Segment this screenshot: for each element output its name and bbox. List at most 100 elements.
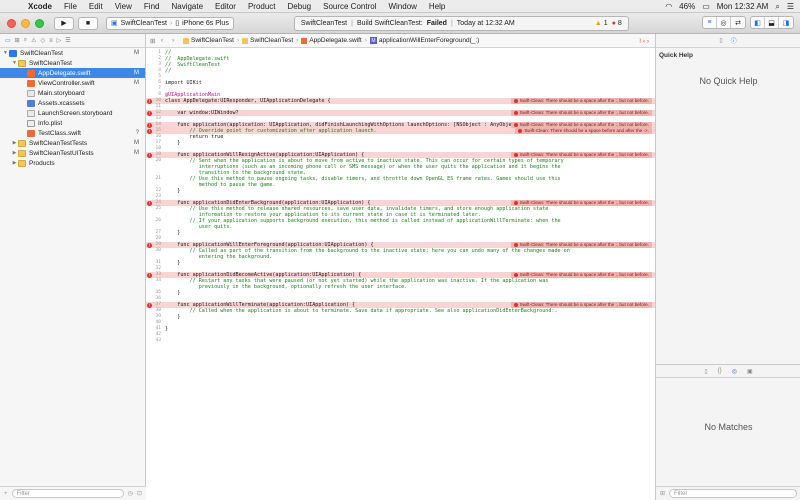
activity-viewer[interactable]: SwiftCleanTest | Build SwiftCleanTest: F…: [293, 15, 629, 31]
error-icon: [513, 152, 518, 157]
breadcrumb-group[interactable]: SwiftCleanTest: [242, 37, 293, 44]
standard-editor-icon[interactable]: ≡: [703, 17, 717, 28]
find-navigator-tab-icon[interactable]: ⌕: [24, 37, 27, 44]
menu-window[interactable]: Window: [382, 2, 422, 11]
error-marker-icon[interactable]: !: [147, 242, 152, 248]
error-marker-icon[interactable]: !: [147, 110, 152, 116]
breadcrumb-project[interactable]: SwiftCleanTest: [183, 37, 234, 44]
test-navigator-tab-icon[interactable]: ◇: [40, 37, 45, 44]
menu-help[interactable]: Help: [423, 2, 451, 11]
issue-navigation-icon[interactable]: ! ‹ ›: [639, 38, 649, 45]
swift-file-icon: [301, 37, 308, 44]
editor-mode-control[interactable]: ≡ ◎ ⇄: [702, 16, 746, 29]
add-file-icon[interactable]: +: [4, 491, 8, 497]
project-navigator-tab-icon[interactable]: ▭: [5, 37, 11, 44]
file-template-library-icon[interactable]: ▯: [704, 368, 707, 375]
view-toggle-control[interactable]: ◧ ⬓ ◨: [750, 16, 794, 29]
error-badge[interactable]: ● 8: [612, 20, 622, 27]
file-tree-row[interactable]: LaunchScreen.storyboard: [0, 108, 145, 118]
quick-help-tab-icon[interactable]: ⓘ: [731, 36, 737, 45]
debug-navigator-tab-icon[interactable]: ≡: [49, 38, 53, 44]
disclosure-open-icon[interactable]: ▼: [11, 60, 18, 66]
related-items-icon[interactable]: ⊞: [150, 37, 158, 45]
menu-bar: Xcode File Edit View Find Navigate Edito…: [0, 0, 800, 13]
error-marker-icon[interactable]: !: [147, 302, 152, 308]
scheme-selector[interactable]: ▣ SwiftCleanTest › ▯ iPhone 6s Plus: [106, 16, 234, 30]
file-tree-row[interactable]: ▼ SwiftCleanTest M: [0, 48, 145, 58]
file-tree-row[interactable]: Main.storyboard: [0, 88, 145, 98]
error-marker-icon[interactable]: !: [147, 200, 152, 206]
minimize-window-button[interactable]: [21, 18, 30, 28]
error-marker-icon[interactable]: !: [147, 98, 152, 104]
back-arrow-icon[interactable]: ‹: [161, 37, 169, 44]
file-tree-row[interactable]: ▶ SwiftCleanTestTests M: [0, 138, 145, 148]
code-line[interactable]: 43: [146, 338, 655, 344]
menu-file[interactable]: File: [58, 2, 83, 11]
breakpoint-navigator-tab-icon[interactable]: ▷: [57, 37, 62, 44]
error-marker-icon[interactable]: !: [147, 128, 152, 134]
breadcrumb-method[interactable]: MapplicationWillEnterForeground(_:): [369, 37, 479, 44]
forward-arrow-icon[interactable]: ›: [172, 37, 180, 44]
error-marker-icon[interactable]: !: [147, 272, 152, 278]
version-editor-icon[interactable]: ⇄: [731, 17, 745, 28]
wifi-icon[interactable]: ◠: [665, 2, 672, 11]
file-tree-row[interactable]: Info.plist: [0, 118, 145, 128]
warning-badge[interactable]: ▲ 1: [595, 20, 608, 27]
battery-percent[interactable]: 46%: [679, 2, 695, 11]
menu-view[interactable]: View: [109, 2, 138, 11]
notification-center-icon[interactable]: ☰: [787, 2, 794, 11]
menu-edit[interactable]: Edit: [83, 2, 109, 11]
media-library-icon[interactable]: ▣: [747, 368, 753, 375]
disclosure-closed-icon[interactable]: ▶: [11, 150, 18, 156]
error-message: Swift-Clean: There should be a space aft…: [519, 98, 649, 103]
chevron-right-icon: ›: [296, 37, 299, 44]
menu-navigate[interactable]: Navigate: [165, 2, 209, 11]
menu-app[interactable]: Xcode: [22, 2, 58, 11]
menu-debug[interactable]: Debug: [282, 2, 318, 11]
file-tree-label: TestClass.swift: [38, 129, 81, 137]
menu-find[interactable]: Find: [138, 2, 166, 11]
disclosure-closed-icon[interactable]: ▶: [11, 140, 18, 146]
disclosure-open-icon[interactable]: ▼: [2, 50, 9, 56]
menu-editor[interactable]: Editor: [209, 2, 242, 11]
file-tree-row[interactable]: AppDelegate.swift M: [0, 68, 145, 78]
file-inspector-tab-icon[interactable]: ▯: [719, 37, 722, 44]
file-tree-row[interactable]: TestClass.swift?: [0, 128, 145, 138]
recent-files-icon[interactable]: ◷: [128, 490, 133, 497]
navigator-filter-input[interactable]: Filter: [11, 489, 124, 498]
navigator-toggle-icon[interactable]: ◧: [751, 17, 765, 28]
error-marker-icon[interactable]: !: [147, 152, 152, 158]
grid-view-icon[interactable]: ⊞: [660, 490, 665, 497]
run-button[interactable]: ▶: [54, 16, 74, 30]
clock[interactable]: Mon 12:32 AM: [717, 2, 769, 11]
disclosure-closed-icon[interactable]: ▶: [11, 160, 18, 166]
file-tree-row[interactable]: ▼ SwiftCleanTest: [0, 58, 145, 68]
file-tree-row[interactable]: Assets.xcassets: [0, 98, 145, 108]
folder-icon: [18, 149, 26, 157]
code-snippet-library-icon[interactable]: {}: [718, 368, 722, 374]
library-filter-input[interactable]: Filter: [669, 489, 797, 498]
issue-navigator-tab-icon[interactable]: ⚠: [31, 37, 36, 44]
file-tree-row[interactable]: ▶ SwiftCleanTestUITests M: [0, 148, 145, 158]
battery-icon[interactable]: ▭: [702, 2, 710, 11]
utilities-toggle-icon[interactable]: ◨: [779, 17, 793, 28]
assistant-editor-icon[interactable]: ◎: [717, 17, 731, 28]
scm-filter-icon[interactable]: ⊡: [137, 490, 142, 497]
zoom-window-button[interactable]: [35, 18, 44, 28]
symbol-navigator-tab-icon[interactable]: ⊞: [15, 37, 20, 44]
code-area[interactable]: 1//2// AppDelegate.swift 3// SwiftCleanTe…: [146, 48, 655, 500]
file-tree-row[interactable]: ▶ Products: [0, 158, 145, 168]
breadcrumb-file[interactable]: AppDelegate.swift: [301, 37, 362, 44]
object-library-icon[interactable]: ◎: [732, 368, 737, 375]
spotlight-icon[interactable]: ⌕: [775, 2, 779, 12]
menu-product[interactable]: Product: [242, 2, 282, 11]
activity-time: Today at 12:32 AM: [456, 19, 515, 27]
stop-button[interactable]: ■: [78, 16, 98, 30]
line-number[interactable]: 43: [146, 338, 161, 344]
debug-area-toggle-icon[interactable]: ⬓: [765, 17, 779, 28]
menu-source-control[interactable]: Source Control: [317, 2, 382, 11]
file-tree-row[interactable]: ViewController.swift M: [0, 78, 145, 88]
report-navigator-tab-icon[interactable]: ☰: [65, 37, 70, 44]
close-window-button[interactable]: [7, 18, 16, 28]
error-marker-icon[interactable]: !: [147, 122, 152, 128]
